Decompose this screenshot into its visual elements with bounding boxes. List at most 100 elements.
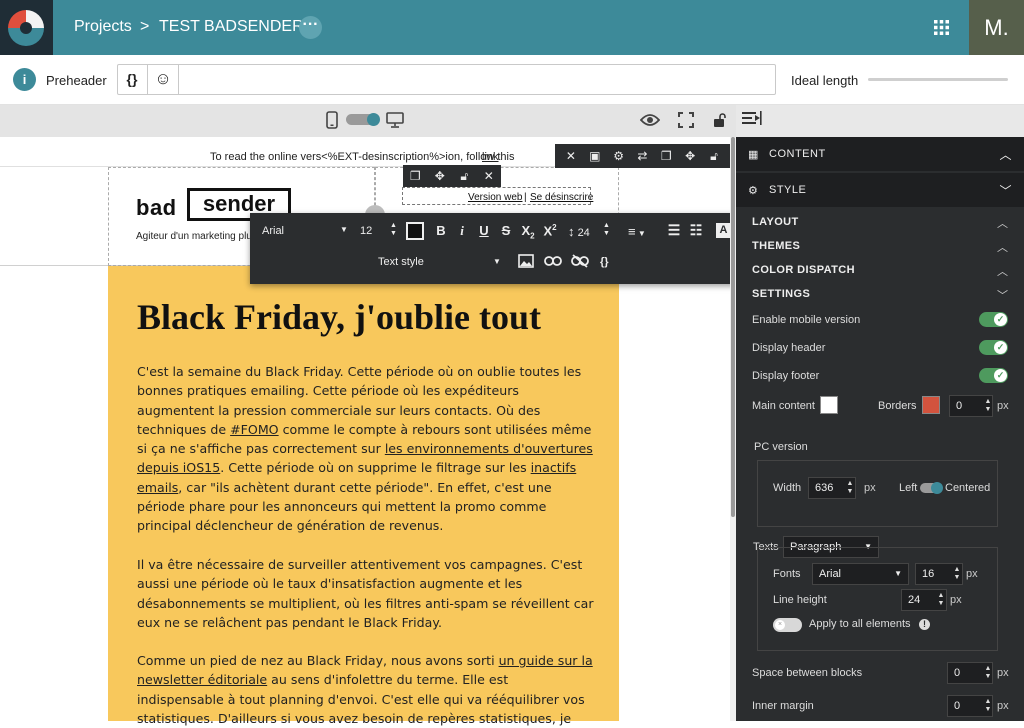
merge-tag-button[interactable]: {} [117,64,148,95]
fomo-link[interactable]: #FOMO [230,422,279,437]
style-accordion-label: STYLE [769,184,807,196]
borders-unit: px [997,400,1009,412]
apps-grid-icon[interactable] [934,20,949,35]
space-between-blocks-label: Space between blocks [752,667,863,679]
online-version-text: To read the online vers<%EXT-desinscript… [210,151,515,163]
font-size-input[interactable]: 12 ▲ ▼ [360,222,400,237]
alignment-toggle-knob [931,482,943,494]
desktop-view-icon[interactable] [386,112,404,128]
duplicate-icon[interactable]: ❐ [406,169,424,183]
text-style-value: Text style [378,256,424,268]
chevron-down-icon[interactable]: ﹀ [997,287,1008,303]
chevron-up-icon[interactable]: ︿ [997,263,1008,279]
stepper-icon[interactable]: ▲ ▼ [937,592,945,608]
chevron-down-icon: ﹀ [999,184,1012,198]
unsubscribe-link[interactable]: Se désinscrire [530,192,593,203]
stepper-icon[interactable]: ▲ ▼ [953,566,961,582]
info-icon[interactable]: ! [919,619,930,630]
unlock-icon[interactable]: 🔓︎ [455,169,473,184]
text-color-swatch[interactable] [406,222,424,240]
layout-section[interactable]: LAYOUT [752,216,799,228]
more-options-button[interactable]: ··· [299,16,322,39]
unlock-icon[interactable] [713,113,727,127]
stepper-icon[interactable]: ▲ ▼ [984,665,992,681]
enable-mobile-toggle[interactable]: ✓ [979,312,1008,327]
brand-tagline: Agiteur d'un marketing plus [136,231,251,242]
breadcrumb-projects[interactable]: Projects [74,18,132,36]
delete-icon[interactable]: ✕ [480,169,498,183]
line-height-input[interactable]: ↕ 24 ▲ ▼ [568,222,612,239]
underline-icon[interactable]: U [475,223,493,238]
bold-icon[interactable]: B [432,223,450,238]
numbered-list-icon[interactable]: ☷ [687,222,705,239]
preheader-input[interactable] [117,64,776,95]
app-logo[interactable] [0,0,53,55]
display-footer-label: Display footer [752,370,820,382]
delete-icon[interactable]: ✕ [562,149,580,163]
settings-section[interactable]: SETTINGS [752,288,810,300]
fullscreen-icon[interactable] [678,112,694,128]
stepper-icon: ▲ ▼ [390,222,397,237]
font-family-value: Arial [262,225,285,237]
emoji-button[interactable]: ☺ [148,64,179,95]
move-icon[interactable]: ✥ [681,149,699,163]
display-footer-toggle[interactable]: ✓ [979,368,1008,383]
paragraph-3[interactable]: Comme un pied de nez au Black Friday, no… [137,651,597,728]
font-size-value: 12 [360,225,373,237]
main-content-color-swatch[interactable] [820,396,838,414]
panel-menu-icon[interactable] [742,111,762,127]
stepper-icon[interactable]: ▲ ▼ [984,398,992,414]
close-icon: × [775,620,785,630]
save-icon[interactable]: ▣ [586,149,604,163]
themes-section[interactable]: THEMES [752,240,800,252]
image-icon[interactable] [518,254,534,268]
paragraph-2[interactable]: Il va être nécessaire de surveiller atte… [137,555,597,632]
strikethrough-icon[interactable]: S [497,223,515,238]
main-content-label: Main content [752,400,815,412]
inner-margin-unit: px [997,700,1009,712]
font-family-select[interactable]: Arial ▼ [262,225,349,239]
content-accordion-label: CONTENT [769,148,826,160]
merge-tag-button[interactable]: {} [600,256,609,268]
subscript-icon[interactable]: X2 [519,223,537,241]
unlink-icon[interactable] [571,254,589,268]
color-dispatch-section[interactable]: COLOR DISPATCH [752,264,855,276]
scrollbar-thumb[interactable] [731,137,735,517]
swap-icon[interactable]: ⇄ [633,149,651,163]
mobile-view-icon[interactable] [326,111,338,129]
display-header-toggle[interactable]: ✓ [979,340,1008,355]
chevron-up-icon[interactable]: ︿ [997,239,1008,255]
style-accordion[interactable]: ⚙ STYLE ﹀ [736,173,1024,207]
content-accordion[interactable]: ▦ CONTENT ︿ [736,137,1024,171]
paragraph-1[interactable]: C'est la semaine du Black Friday. Cette … [137,362,597,536]
borders-color-swatch[interactable] [922,396,940,414]
move-icon[interactable]: ✥ [431,169,449,183]
email-headline[interactable]: Black Friday, j'oublie tout [137,296,541,338]
stepper-icon[interactable]: ▲ ▼ [984,698,992,714]
user-avatar[interactable]: M. [969,0,1024,55]
chevron-up-icon[interactable]: ︿ [997,215,1008,231]
superscript-icon[interactable]: X2 [541,223,559,238]
width-unit: px [864,482,876,494]
preview-eye-icon[interactable] [640,113,660,127]
fonts-select[interactable]: Arial ▼ [812,563,909,585]
text-bg-color-icon[interactable]: A [716,223,731,238]
borders-label: Borders [878,400,917,412]
align-select[interactable]: ≡ ▼ [628,224,646,239]
info-icon[interactable]: i [13,68,36,91]
bullet-list-icon[interactable]: ☰ [665,222,683,239]
italic-icon[interactable]: i [453,223,471,239]
version-web-link[interactable]: Version web [468,192,522,203]
text-style-select[interactable]: Text style ▼ [378,256,503,268]
pc-version-label: PC version [754,441,808,453]
duplicate-icon[interactable]: ❐ [657,149,675,163]
check-icon: ✓ [994,369,1007,382]
link-icon[interactable] [544,255,562,267]
unlock-icon[interactable]: 🔓︎ [705,149,723,164]
settings-gear-icon[interactable]: ⚙ [610,149,628,163]
align-left-label: Left [899,482,918,494]
stepper-icon[interactable]: ▲ ▼ [846,480,854,496]
logo-icon [8,10,44,46]
online-version-link[interactable]: link [482,151,499,163]
enable-mobile-label: Enable mobile version [752,314,861,326]
